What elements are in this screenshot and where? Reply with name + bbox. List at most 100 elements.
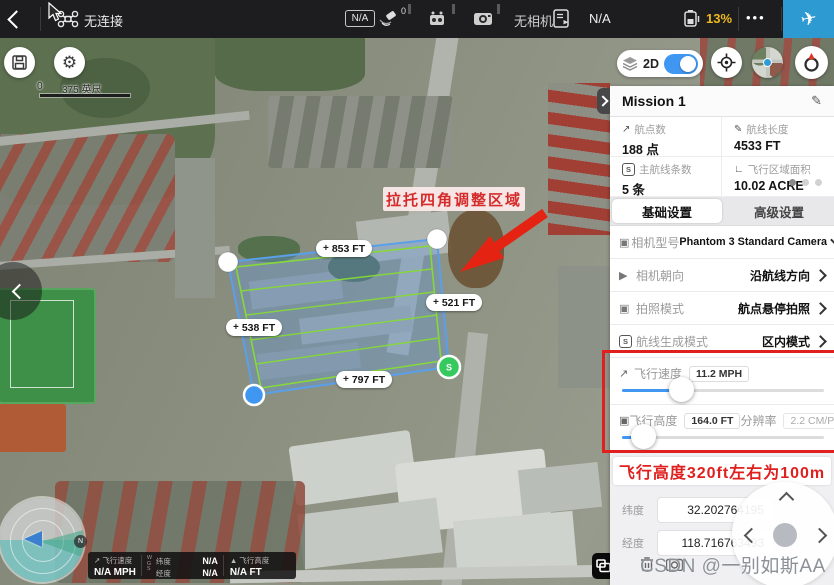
dpad-center[interactable] xyxy=(773,523,797,547)
stat-label: 航点数 xyxy=(634,122,666,137)
divider xyxy=(781,7,782,31)
crosshair-locate-icon xyxy=(717,53,736,72)
row-camera-model[interactable]: ▣ 相机型号 Phantom 3 Standard Camera xyxy=(610,226,834,259)
flight-area-polygon[interactable] xyxy=(228,239,449,395)
compass-reset-button[interactable] xyxy=(795,46,828,79)
chevron-right-icon xyxy=(814,335,827,348)
row-photo-mode[interactable]: ▣ 拍照模式 航点悬停拍照 xyxy=(610,292,834,325)
edge-length-pill[interactable]: +538 FT xyxy=(226,319,282,336)
save-mission-button[interactable] xyxy=(4,47,35,78)
dpad-right-icon[interactable] xyxy=(812,528,828,544)
speed-label: 飞行速度 xyxy=(102,555,132,566)
edge-length-label: 521 FT xyxy=(442,297,475,309)
connection-status: 无连接 xyxy=(84,11,123,30)
edge-length-pill[interactable]: +797 FT xyxy=(336,371,392,388)
speed-icon: ↗ xyxy=(94,556,100,565)
scale-bar xyxy=(40,94,130,97)
annotation-label: 拉托四角调整区域 xyxy=(383,187,525,211)
altitude-icon: ▣ xyxy=(619,414,629,427)
stats-page-dots[interactable] xyxy=(789,179,822,186)
scale-zero-label: 0 xyxy=(37,81,43,92)
airplane-takeoff-icon: ✈ xyxy=(798,6,818,32)
locate-me-button[interactable] xyxy=(711,47,742,78)
plus-icon: + xyxy=(233,322,239,333)
dpad-up-icon[interactable] xyxy=(779,492,795,508)
map-mode-toggle[interactable] xyxy=(664,54,698,74)
flight-altitude-setting: ▣ 飞行高度 164.0 FT 分辨率 2.2 CM/PX xyxy=(610,405,834,452)
minimap-button[interactable] xyxy=(752,47,783,78)
speed-slider-thumb[interactable] xyxy=(669,377,694,402)
resolution-label: 分辨率 xyxy=(740,412,776,429)
altitude-slider-thumb[interactable] xyxy=(631,424,656,449)
s-route-icon: S xyxy=(622,163,635,176)
corner-handle-selected[interactable] xyxy=(244,385,264,405)
watermark: CSDN @一别如斯AA xyxy=(640,551,826,578)
row-label: 拍照模式 xyxy=(636,300,738,317)
dpad-left-icon[interactable] xyxy=(744,528,760,544)
gps-mode-badge: N/A xyxy=(345,10,375,27)
chevron-right-icon xyxy=(597,95,608,106)
row-camera-heading[interactable]: ▶ 相机朝向 沿航线方向 xyxy=(610,259,834,292)
telemetry-speed: ↗飞行速度 N/A MPH xyxy=(88,552,141,579)
edge-length-label: 797 FT xyxy=(352,374,385,386)
chevron-right-icon xyxy=(830,238,834,246)
mission-header: Mission 1 ✎ xyxy=(610,86,834,117)
speed-value: N/A MPH xyxy=(94,567,136,578)
heading-arrow-icon: ▶ xyxy=(619,269,634,282)
row-label: 航线生成模式 xyxy=(636,333,762,350)
row-value: 航点悬停拍照 xyxy=(738,300,810,317)
speed-setting-value: 11.2 MPH xyxy=(689,366,749,382)
stat-value: 4533 FT xyxy=(734,139,834,153)
mission-title: Mission 1 xyxy=(622,93,811,109)
speed-slider-track[interactable] xyxy=(622,389,824,392)
battery-percent: 13% xyxy=(706,11,732,26)
datum-label: WGS xyxy=(147,556,154,579)
divider xyxy=(40,7,41,31)
corner-handle[interactable] xyxy=(427,229,447,249)
divider xyxy=(141,555,142,576)
more-menu-button[interactable]: ••• xyxy=(746,10,766,25)
edit-pencil-icon[interactable]: ✎ xyxy=(811,93,822,109)
compass-north-label: N xyxy=(74,535,87,548)
altitude-value: N/A FT xyxy=(230,567,269,578)
page-dot-active xyxy=(789,179,796,186)
corner-handle[interactable] xyxy=(218,252,238,272)
status-bar: 无连接 N/A 0 无相机 N/A 13% ••• ✈ xyxy=(0,0,834,38)
takeoff-button[interactable]: ✈ xyxy=(783,0,834,38)
stat-label: 飞行区域面积 xyxy=(748,162,811,177)
tab-advanced-settings[interactable]: 高级设置 xyxy=(724,197,834,225)
page-dot xyxy=(802,179,809,186)
gear-icon: ⚙ xyxy=(62,53,77,73)
mouse-cursor xyxy=(48,2,62,22)
chevron-left-icon xyxy=(12,284,28,300)
start-point-handle[interactable]: S xyxy=(438,356,460,378)
telemetry-coords: 纬度N/A 经度N/A xyxy=(156,552,223,579)
stat-value: 188 点 xyxy=(622,139,721,158)
floppy-save-icon xyxy=(12,55,27,70)
altitude-setting-value: 164.0 FT xyxy=(684,413,740,429)
edge-length-pill[interactable]: +521 FT xyxy=(426,294,482,311)
back-button[interactable] xyxy=(7,10,25,28)
latitude-value: N/A xyxy=(202,556,218,567)
settings-button[interactable]: ⚙ xyxy=(54,47,85,78)
panel-collapse-tab[interactable] xyxy=(597,88,610,114)
row-label: 相机型号 xyxy=(631,234,679,251)
row-value: Phantom 3 Standard Camera xyxy=(679,236,827,248)
latitude-label: 纬度 xyxy=(622,502,648,518)
attitude-compass xyxy=(0,498,84,582)
stat-label: 主航线条数 xyxy=(639,162,692,177)
toggle-knob xyxy=(680,56,696,72)
tab-basic-settings[interactable]: 基础设置 xyxy=(612,199,722,223)
start-point-label: S xyxy=(446,363,452,373)
altitude-label: 飞行高度 xyxy=(239,555,269,566)
map-mode-pill[interactable]: 2D xyxy=(617,50,703,77)
edge-length-pill[interactable]: +853 FT xyxy=(316,240,372,257)
stat-waypoint-count: ↗航点数 188 点 xyxy=(610,117,722,157)
row-route-generation-mode[interactable]: S 航线生成模式 区内模式 xyxy=(610,325,834,358)
plus-icon: + xyxy=(343,374,349,385)
s-route-icon: S xyxy=(619,335,632,348)
altitude-icon: ▲ xyxy=(230,556,237,565)
camera-status: 无相机 xyxy=(514,11,553,30)
overlapping-windows-icon xyxy=(596,559,611,573)
longitude-label: 经度 xyxy=(622,535,648,551)
